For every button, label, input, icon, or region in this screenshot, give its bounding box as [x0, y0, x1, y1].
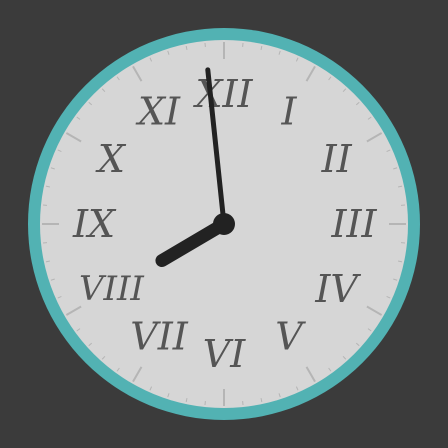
hour-numeral: XI: [135, 89, 181, 133]
hour-numeral: IX: [72, 202, 117, 246]
hour-numeral: VIII: [79, 269, 144, 309]
hour-numeral: X: [95, 137, 127, 181]
hour-numeral: IV: [314, 267, 361, 311]
center-cap: [213, 213, 235, 235]
analog-clock: XII IIIIIIIVVVIVIIVIIIIXXXI: [28, 28, 420, 420]
hour-numeral: V: [275, 315, 306, 359]
hour-numeral: XII: [192, 72, 253, 116]
hour-numeral: VI: [203, 332, 246, 376]
hour-numeral: I: [280, 89, 297, 133]
hour-numeral: II: [321, 137, 353, 181]
hour-numeral: III: [330, 202, 377, 246]
clock-screen: XII I II III IV V VI VII VIII IX X XI: [0, 0, 448, 448]
hour-numeral: VII: [130, 315, 188, 359]
